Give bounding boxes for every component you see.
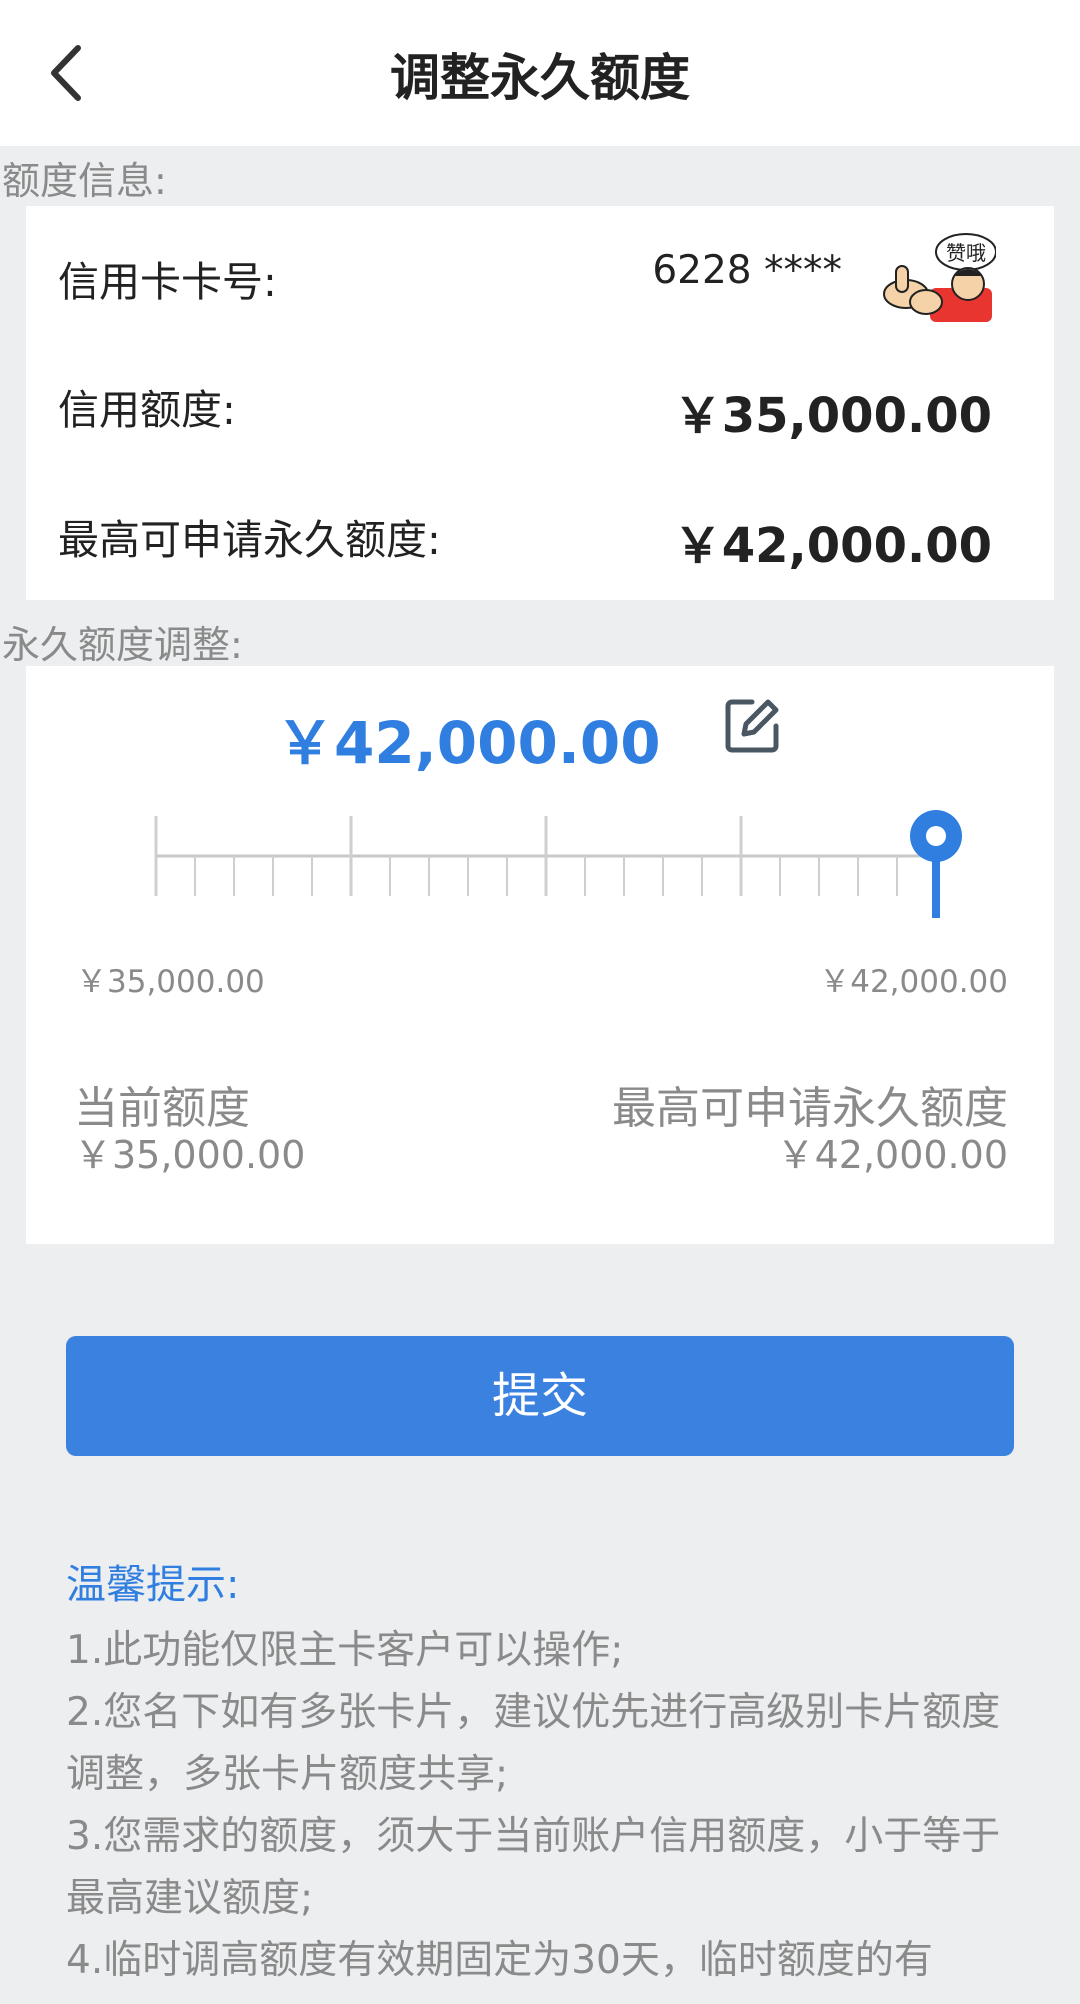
selected-amount: ￥42,000.00	[276, 709, 661, 777]
slider-min-label: ￥35,000.00	[76, 964, 265, 1000]
current-limit-stat: 当前额度 ￥35,000.00	[74, 1086, 305, 1178]
amount-slider-track[interactable]	[146, 816, 946, 896]
tip-item: 1.此功能仅限主卡客户可以操作;	[66, 1628, 624, 1673]
limit-info-card: 信用卡卡号: 6228 **** 赞哦 信用额度: ￥35,000.00 最高可…	[26, 206, 1054, 600]
top-bar: 调整永久额度	[0, 0, 1080, 146]
thumbs-up-sticker-icon: 赞哦	[883, 233, 996, 322]
card-number-label: 信用卡卡号:	[58, 258, 277, 306]
submit-button[interactable]: 提交	[66, 1336, 1014, 1456]
max-limit-stat-label: 最高可申请永久额度	[612, 1083, 1008, 1134]
adjust-section-label: 永久额度调整:	[2, 623, 243, 667]
max-limit-row: 最高可申请永久额度: ￥42,000.00	[58, 506, 992, 574]
max-limit-stat-value: ￥42,000.00	[776, 1133, 1008, 1177]
slider-thumb-icon[interactable]	[904, 804, 968, 924]
tip-item: 4.临时调高额度有效期固定为30天，临时额度的有	[66, 1938, 933, 1983]
tip-item: 2.您名下如有多张卡片，建议优先进行高级别卡片额度调整，多张卡片额度共享;	[66, 1690, 1001, 1797]
max-limit-value: ￥42,000.00	[673, 518, 992, 574]
tip-item: 3.您需求的额度，须大于当前账户信用额度，小于等于最高建议额度;	[66, 1814, 1001, 1921]
edit-icon[interactable]	[722, 696, 782, 756]
tips-list: 1.此功能仅限主卡客户可以操作; 2.您名下如有多张卡片，建议优先进行高级别卡片…	[66, 1620, 1026, 1992]
credit-limit-row: 信用额度: ￥35,000.00	[58, 376, 992, 444]
slider-max-label: ￥42,000.00	[819, 964, 1008, 1000]
sticker-text: 赞哦	[946, 241, 986, 265]
tips-title: 温馨提示:	[66, 1562, 240, 1608]
card-number-row: 信用卡卡号: 6228 ****	[58, 248, 992, 308]
credit-limit-label: 信用额度:	[58, 386, 236, 434]
max-limit-stat: 最高可申请永久额度 ￥42,000.00	[612, 1086, 1008, 1178]
info-section-label: 额度信息:	[2, 159, 167, 203]
current-limit-value: ￥35,000.00	[74, 1133, 306, 1177]
credit-limit-value: ￥35,000.00	[673, 388, 992, 444]
page-title: 调整永久额度	[390, 49, 690, 107]
current-limit-label: 当前额度	[74, 1083, 250, 1134]
max-limit-label: 最高可申请永久额度:	[58, 516, 441, 564]
card-number-value: 6228 ****	[652, 248, 842, 293]
limit-adjust-card: ￥42,000.00 ￥35,000.00 ￥42,000.00 当前额度 ￥3…	[26, 666, 1054, 1244]
